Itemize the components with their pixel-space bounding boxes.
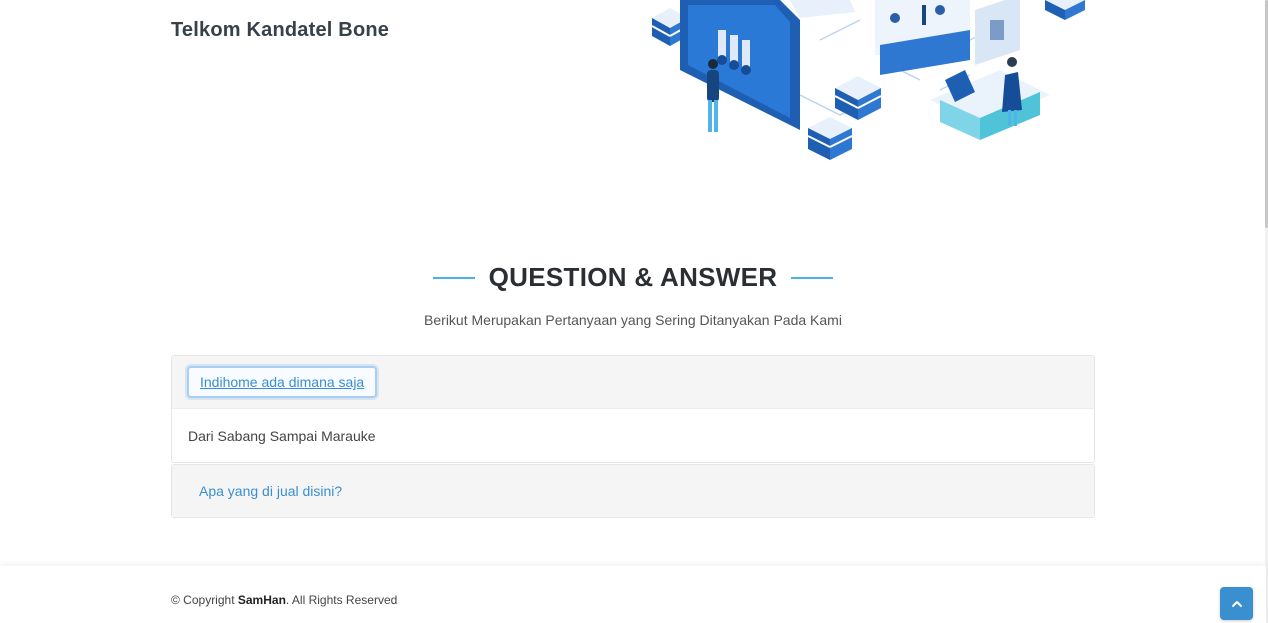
screen-panel	[680, 0, 800, 130]
section-subtitle: Berikut Merupakan Pertanyaan yang Sering…	[424, 312, 842, 328]
faq-accordion: Indihome ada dimana saja Dari Sabang Sam…	[171, 355, 1095, 519]
faq-item: Indihome ada dimana saja Dari Sabang Sam…	[171, 355, 1095, 463]
title-line-right	[791, 276, 834, 279]
back-to-top-button[interactable]	[1220, 587, 1253, 620]
faq-item: Apa yang di jual disini?	[171, 464, 1095, 518]
desk-right	[930, 70, 1050, 140]
copyright-text: © Copyright SamHan. All Rights Reserved	[171, 593, 397, 607]
board-right	[975, 0, 1020, 65]
faq-answer: Dari Sabang Sampai Marauke	[172, 408, 1094, 462]
hero-illustration	[651, 0, 1085, 160]
faq-header[interactable]: Apa yang di jual disini?	[172, 465, 1094, 517]
chevron-up-icon	[1231, 600, 1242, 607]
title-line-left	[432, 276, 475, 279]
cube-bottom	[807, 117, 853, 160]
section-title-text: QUESTION & ANSWER	[488, 262, 778, 292]
brand-title: Telkom Kandatel Bone	[171, 19, 390, 41]
copyright-suffix: . All Rights Reserved	[285, 593, 398, 607]
faq-question-button[interactable]: Indihome ada dimana saja	[187, 366, 378, 398]
section-title: QUESTION & ANSWER	[432, 262, 834, 293]
cube-right-top	[1045, 0, 1085, 20]
copyright-prefix: © Copyright	[171, 593, 238, 607]
faq-header[interactable]: Indihome ada dimana saja	[172, 356, 1094, 408]
faq-question-button[interactable]: Apa yang di jual disini?	[199, 483, 342, 499]
section-title-wrap: QUESTION & ANSWER	[0, 262, 1266, 293]
copyright-brand[interactable]: SamHan	[238, 593, 286, 607]
footer: © Copyright SamHan. All Rights Reserved	[0, 566, 1266, 623]
top-platform	[790, 0, 970, 75]
